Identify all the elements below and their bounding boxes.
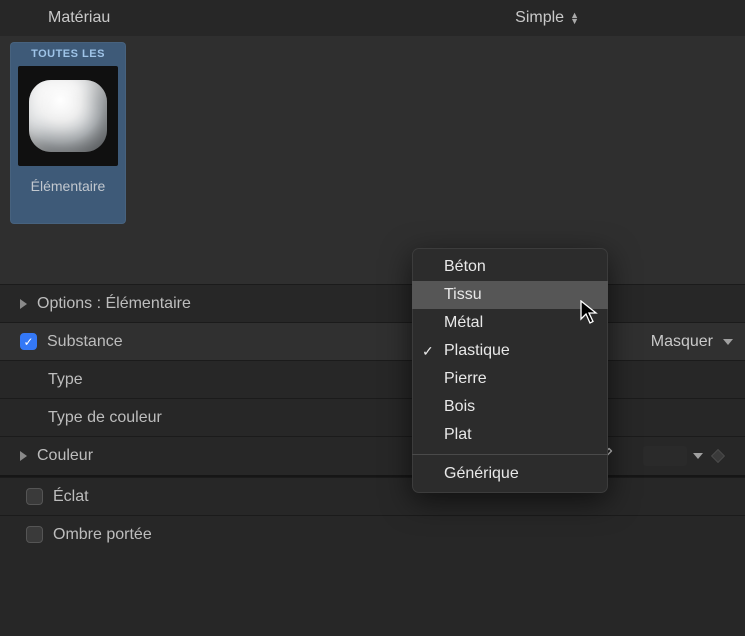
menu-item-bois[interactable]: Bois — [412, 393, 608, 421]
menu-item-pierre[interactable]: Pierre — [412, 365, 608, 393]
mode-label: Simple — [515, 9, 564, 27]
menu-item-plastique[interactable]: ✓ Plastique — [412, 337, 608, 365]
color-type-label: Type de couleur — [48, 409, 733, 427]
bottom-group: Éclat Ombre portée — [0, 475, 745, 553]
row-type: Type — [0, 360, 745, 398]
material-thumbnail[interactable]: TOUTES LES Élémentaire — [10, 42, 126, 224]
preview-cube-icon — [29, 80, 107, 152]
menu-separator — [412, 454, 608, 455]
menu-item-béton[interactable]: Béton — [412, 253, 608, 281]
menu-item-label: Béton — [444, 258, 486, 276]
hide-label[interactable]: Masquer — [651, 333, 713, 351]
menu-item-plat[interactable]: Plat — [412, 421, 608, 449]
keyframe-diamond-icon[interactable] — [711, 448, 725, 462]
row-couleur: Couleur — [0, 436, 745, 474]
menu-item-tissu[interactable]: Tissu — [412, 281, 608, 309]
menu-item-label: Plat — [444, 426, 472, 444]
disclosure-triangle-icon[interactable] — [20, 451, 27, 461]
ombre-checkbox[interactable] — [26, 526, 43, 543]
eclat-checkbox[interactable] — [26, 488, 43, 505]
checkmark-icon: ✓ — [422, 343, 434, 360]
mode-select[interactable]: Simple ▲▼ — [515, 9, 729, 27]
row-substance: ✓ Substance Masquer — [0, 322, 745, 360]
material-well: TOUTES LES Élémentaire — [0, 36, 745, 284]
menu-item-label: Métal — [444, 314, 483, 332]
section-title: Matériau — [48, 9, 515, 27]
menu-item-label: Bois — [444, 398, 475, 416]
chevron-down-icon[interactable] — [723, 339, 733, 345]
disclosure-triangle-icon[interactable] — [20, 299, 27, 309]
row-color-type: Type de couleur — [0, 398, 745, 436]
checkmark-icon: ✓ — [23, 336, 33, 348]
row-eclat: Éclat — [0, 477, 745, 515]
header: Matériau Simple ▲▼ — [0, 0, 745, 36]
menu-item-label: Plastique — [444, 342, 510, 360]
chevron-down-icon[interactable] — [693, 453, 703, 459]
type-label: Type — [48, 371, 733, 389]
menu-item-générique[interactable]: Générique — [412, 460, 608, 488]
substance-type-menu[interactable]: Béton Tissu Métal ✓ Plastique Pierre Bois Plat G… — [412, 248, 608, 493]
stepper-icon: ▲▼ — [570, 12, 579, 24]
menu-item-label: Pierre — [444, 370, 487, 388]
row-ombre: Ombre portée — [0, 515, 745, 553]
options-label: Options : Élémentaire — [37, 295, 733, 313]
menu-item-label: Générique — [444, 465, 519, 483]
thumbnail-tab: TOUTES LES — [10, 42, 126, 64]
menu-item-métal[interactable]: Métal — [412, 309, 608, 337]
menu-item-label: Tissu — [444, 286, 482, 304]
eclat-label: Éclat — [53, 488, 733, 506]
substance-checkbox[interactable]: ✓ — [20, 333, 37, 350]
preview-box — [18, 66, 118, 166]
color-well[interactable] — [643, 446, 687, 466]
row-options[interactable]: Options : Élémentaire — [0, 284, 745, 322]
ombre-label: Ombre portée — [53, 526, 733, 544]
material-inspector: Matériau Simple ▲▼ TOUTES LES Élémentair… — [0, 0, 745, 636]
thumbnail-label: Élémentaire — [31, 168, 106, 224]
